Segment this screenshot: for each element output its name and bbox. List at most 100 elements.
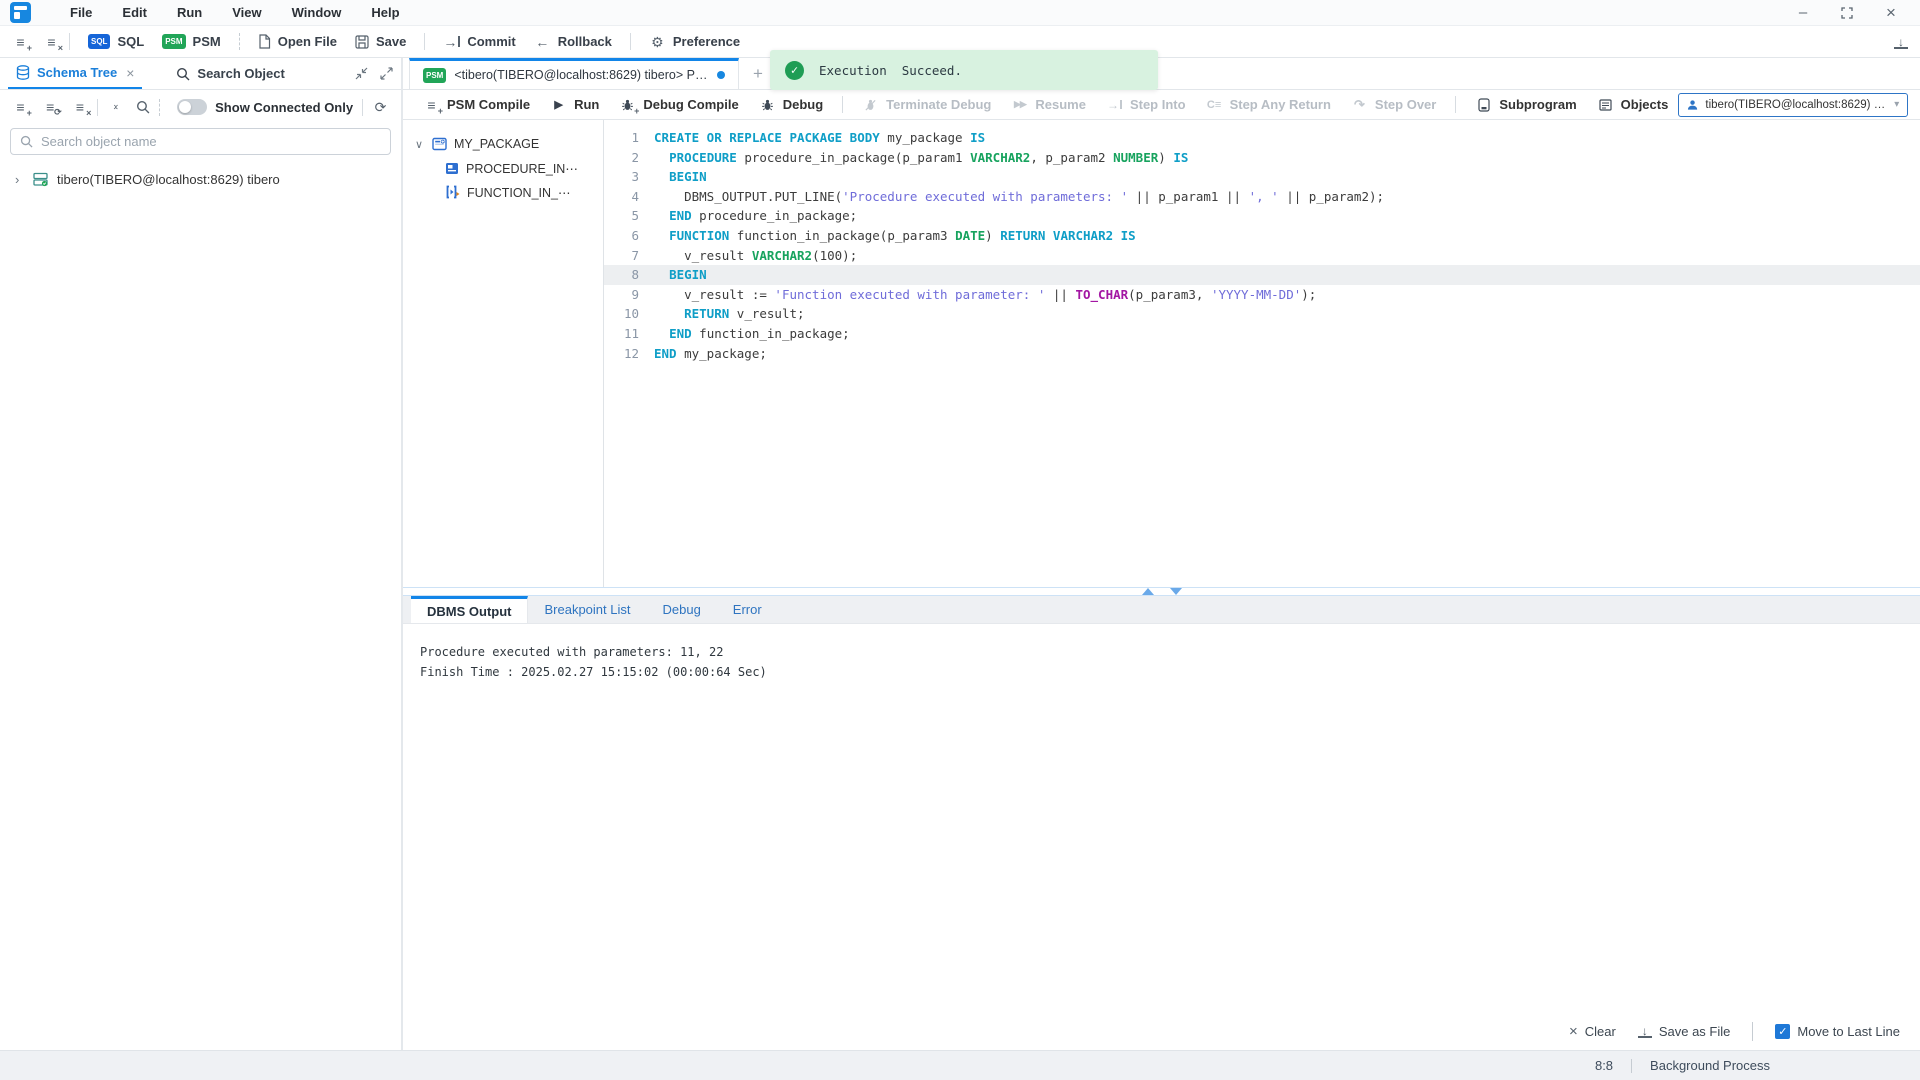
close-button[interactable]: × — [1884, 6, 1898, 20]
line-number[interactable]: 5 — [604, 206, 654, 226]
close-editor-icon[interactable]: ≡× — [43, 34, 60, 50]
debug-compile-button[interactable]: + Debug Compile — [609, 97, 748, 113]
debug-button[interactable]: Debug — [749, 97, 833, 113]
line-number[interactable]: 12 — [604, 344, 654, 364]
menu-view[interactable]: View — [217, 2, 276, 23]
resume-button: ▶▶ Resume — [1001, 97, 1096, 113]
code-editor[interactable]: 1CREATE OR REPLACE PACKAGE BODY my_packa… — [604, 120, 1920, 587]
line-number[interactable]: 10 — [604, 304, 654, 324]
objects-button[interactable]: Objects — [1587, 97, 1679, 113]
show-connected-toggle[interactable] — [177, 99, 207, 115]
code-text: END function_in_package; — [654, 324, 850, 344]
checkbox-checked-icon[interactable]: ✓ — [1775, 1024, 1790, 1039]
menu-file[interactable]: File — [55, 2, 107, 23]
line-number[interactable]: 3 — [604, 167, 654, 187]
connection-tree-item[interactable]: › tibero(TIBERO@localhost:8629) tibero — [0, 167, 401, 192]
export-download-icon[interactable]: ↓ — [1894, 35, 1908, 49]
document-icon — [258, 34, 271, 49]
refresh-tree-icon[interactable]: ⟳ — [372, 99, 389, 115]
code-line: 2 PROCEDURE procedure_in_package(p_param… — [604, 148, 1920, 168]
subprogram-item[interactable]: ∨MY_PACKAGE — [403, 132, 603, 156]
save-button[interactable]: Save — [346, 31, 415, 52]
psm-editor-button[interactable]: PSM PSM — [153, 31, 230, 52]
bottom-tab-error[interactable]: Error — [717, 596, 778, 623]
subprogram-button[interactable]: Subprogram — [1465, 97, 1586, 113]
object-search-input[interactable] — [41, 134, 381, 149]
step-over-icon: ↷ — [1351, 97, 1368, 113]
chevron-right-icon[interactable]: › — [15, 172, 25, 187]
remove-connection-icon[interactable]: ≡× — [72, 99, 89, 115]
run-button[interactable]: ▶ Run — [540, 97, 609, 113]
sidebar-toolbar: ≡+ ≡⟳ ≡× ⌄⌄ Show Connected Only ⟳ — [0, 90, 401, 124]
code-text: END procedure_in_package; — [654, 206, 857, 226]
commit-label: Commit — [467, 34, 515, 49]
package-icon — [432, 137, 447, 151]
chevron-down-icon[interactable]: ∨ — [415, 138, 425, 151]
collapse-up-icon[interactable] — [1142, 588, 1154, 595]
line-number[interactable]: 8 — [604, 265, 654, 285]
collapse-down-icon[interactable] — [1170, 588, 1182, 595]
close-tab-icon[interactable]: × — [126, 65, 134, 81]
subprogram-item[interactable]: PROCEDURE_IN⋯ — [403, 156, 603, 180]
clear-button[interactable]: × Clear — [1569, 1023, 1616, 1040]
line-number[interactable]: 4 — [604, 187, 654, 207]
maximize-icon — [1841, 7, 1853, 19]
expand-panel-icon[interactable] — [380, 67, 393, 80]
resume-icon: ▶▶ — [1011, 97, 1028, 113]
bottom-tab-dbms-output[interactable]: DBMS Output — [411, 596, 528, 623]
bottom-tab-debug[interactable]: Debug — [646, 596, 716, 623]
subprogram-item[interactable]: FUNCTION_IN_⋯ — [403, 180, 603, 204]
add-connection-icon[interactable]: ≡+ — [12, 99, 29, 115]
run-icon: ▶ — [550, 97, 567, 113]
maximize-button[interactable] — [1840, 6, 1854, 20]
save-as-file-button[interactable]: ↓ Save as File — [1638, 1024, 1731, 1039]
menu-edit[interactable]: Edit — [107, 2, 162, 23]
find-in-tree-icon[interactable] — [136, 100, 150, 114]
line-number[interactable]: 11 — [604, 324, 654, 344]
menu-window[interactable]: Window — [277, 2, 357, 23]
minimize-button[interactable]: – — [1796, 6, 1810, 20]
edit-connection-icon[interactable]: ≡⟳ — [42, 99, 59, 115]
tab-schema-tree[interactable]: Schema Tree × — [8, 58, 142, 89]
panel-splitter[interactable] — [403, 587, 1920, 596]
bug-plus-icon: + — [619, 97, 636, 113]
step-into-icon: → — [1106, 97, 1123, 113]
open-file-button[interactable]: Open File — [249, 31, 346, 52]
tab-search-object[interactable]: Search Object — [168, 58, 292, 89]
preference-label: Preference — [673, 34, 740, 49]
subprogram-item-label: FUNCTION_IN_⋯ — [467, 185, 570, 200]
subprogram-item-label: PROCEDURE_IN⋯ — [466, 161, 578, 176]
editor-tab-psm1[interactable]: PSM <tibero(TIBERO@localhost:8629) tiber… — [409, 58, 739, 89]
move-to-last-line-option[interactable]: ✓ Move to Last Line — [1775, 1024, 1900, 1039]
menu-run[interactable]: Run — [162, 2, 217, 23]
rollback-button[interactable]: ← Rollback — [525, 31, 621, 53]
procedure-icon — [445, 162, 459, 175]
line-number[interactable]: 7 — [604, 246, 654, 266]
commit-button[interactable]: → Commit — [434, 31, 524, 53]
code-line: 1CREATE OR REPLACE PACKAGE BODY my_packa… — [604, 128, 1920, 148]
success-check-icon: ✓ — [785, 61, 804, 80]
app-window: FileEditRunViewWindowHelp – × ≡+ ≡× SQL … — [0, 0, 1920, 1080]
code-lines: 1CREATE OR REPLACE PACKAGE BODY my_packa… — [604, 128, 1920, 363]
subprogram-icon — [1475, 97, 1492, 113]
line-number[interactable]: 6 — [604, 226, 654, 246]
bottom-panel: DBMS OutputBreakpoint ListDebugError Pro… — [403, 596, 1920, 1050]
dbms-output-content: Procedure executed with parameters: 11, … — [403, 624, 1920, 1012]
bottom-tab-breakpoint-list[interactable]: Breakpoint List — [528, 596, 646, 623]
line-number[interactable]: 9 — [604, 285, 654, 305]
search-object-label: Search Object — [197, 66, 284, 81]
save-label: Save — [376, 34, 406, 49]
preference-button[interactable]: ⚙ Preference — [640, 31, 749, 53]
menu-help[interactable]: Help — [356, 2, 414, 23]
connection-select[interactable]: tibero(TIBERO@localhost:8629) tibero ▾ — [1678, 93, 1908, 117]
psm-compile-button[interactable]: ≡+ PSM Compile — [413, 97, 540, 113]
new-editor-icon[interactable]: ≡+ — [12, 34, 29, 50]
sql-editor-button[interactable]: SQL SQL — [79, 31, 153, 52]
code-line: 12END my_package; — [604, 344, 1920, 364]
step-into-button: → Step Into — [1096, 97, 1196, 113]
database-icon — [16, 65, 30, 80]
line-number[interactable]: 1 — [604, 128, 654, 148]
collapse-panel-icon[interactable] — [355, 67, 368, 80]
line-number[interactable]: 2 — [604, 148, 654, 168]
collapse-all-icon[interactable]: ⌄⌄ — [107, 99, 124, 115]
